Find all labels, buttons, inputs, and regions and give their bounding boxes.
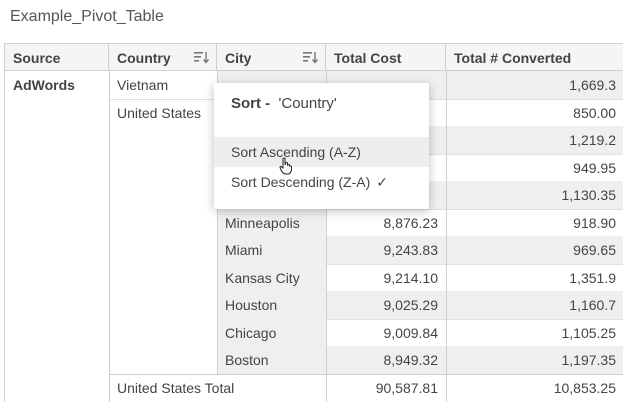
header-country[interactable]: Country xyxy=(109,43,217,71)
cell-city: Boston xyxy=(217,346,326,374)
cell-country xyxy=(109,154,217,182)
cell-converted: 1,351.9 xyxy=(569,269,616,286)
header-country-label: Country xyxy=(117,50,171,66)
cell-converted: 850.00 xyxy=(573,104,616,121)
cell-cost: 8,949.32 xyxy=(326,346,446,374)
cell-source xyxy=(5,264,109,292)
header-cost-label: Total Cost xyxy=(334,50,402,66)
sort-descending-option[interactable]: Sort Descending (Z-A) ✓ xyxy=(214,167,429,197)
cell-city: Miami xyxy=(217,236,326,264)
sort-ascending-label: Sort Ascending (A-Z) xyxy=(231,144,361,160)
total-cost: 90,587.81 xyxy=(375,379,438,396)
cell-country xyxy=(109,291,217,319)
cell-cost: 9,214.10 xyxy=(383,269,439,286)
cell-country xyxy=(109,126,217,154)
cell-country: Vietnam xyxy=(117,77,169,93)
cell-converted: 949.95 xyxy=(573,159,616,176)
cell-cost: 9,025.29 xyxy=(326,291,446,319)
cell-city: Minneapolis xyxy=(217,208,326,236)
cell-country xyxy=(109,264,217,292)
sort-menu: Sort - 'Country' Sort Ascending (A-Z) So… xyxy=(214,83,429,209)
cell-city: Kansas City xyxy=(217,263,326,291)
cell-source xyxy=(5,209,109,237)
header-converted-label: Total # Converted xyxy=(454,50,572,66)
cell-country xyxy=(109,236,217,264)
header-source[interactable]: Source xyxy=(5,43,109,71)
cell-cost: 9,243.83 xyxy=(326,236,446,264)
cell-converted: 1,197.35 xyxy=(446,346,623,374)
total-converted: 10,853.25 xyxy=(553,379,616,396)
page-title: Example_Pivot_Table xyxy=(10,8,164,25)
cell-converted: 1,669.3 xyxy=(446,71,623,99)
sort-icon[interactable] xyxy=(194,51,210,65)
cell-country xyxy=(109,209,217,237)
hand-cursor-icon xyxy=(279,157,292,175)
cell-converted: 1,130.35 xyxy=(446,181,623,209)
header-source-label: Source xyxy=(13,50,61,66)
cell-country: United States xyxy=(117,104,202,121)
cell-country xyxy=(109,181,217,209)
cell-source: AdWords xyxy=(13,77,75,93)
cell-source xyxy=(5,236,109,264)
cell-country xyxy=(109,319,217,347)
cell-cost: 8,876.23 xyxy=(383,214,439,231)
cell-converted: 1,160.7 xyxy=(446,291,623,319)
sort-icon[interactable] xyxy=(303,51,319,65)
cell-converted: 1,105.25 xyxy=(561,324,617,341)
total-label: United States Total xyxy=(117,379,235,396)
header-city-label: City xyxy=(225,50,252,66)
cell-city: Houston xyxy=(217,291,326,319)
header-total-cost[interactable]: Total Cost xyxy=(326,43,446,71)
cell-converted: 918.90 xyxy=(573,214,616,231)
cell-converted: 969.65 xyxy=(446,236,623,264)
sort-menu-title: Sort - 'Country' xyxy=(231,95,337,112)
cell-cost: 9,009.84 xyxy=(383,324,439,341)
cell-source xyxy=(5,291,109,319)
cell-source xyxy=(5,346,109,374)
cell-city: Chicago xyxy=(217,318,326,346)
sort-ascending-option[interactable]: Sort Ascending (A-Z) xyxy=(214,137,429,167)
header-total-converted[interactable]: Total # Converted xyxy=(446,43,623,71)
cell-source xyxy=(5,181,109,209)
cell-source xyxy=(5,154,109,182)
header-city[interactable]: City xyxy=(217,43,326,71)
cell-source xyxy=(5,319,109,347)
cell-country xyxy=(109,346,217,374)
cell-source xyxy=(5,99,109,127)
cell-source xyxy=(5,126,109,154)
checkmark-icon: ✓ xyxy=(376,174,389,190)
cell-converted: 1,219.2 xyxy=(446,126,623,154)
sort-descending-label: Sort Descending (Z-A) xyxy=(231,174,371,190)
